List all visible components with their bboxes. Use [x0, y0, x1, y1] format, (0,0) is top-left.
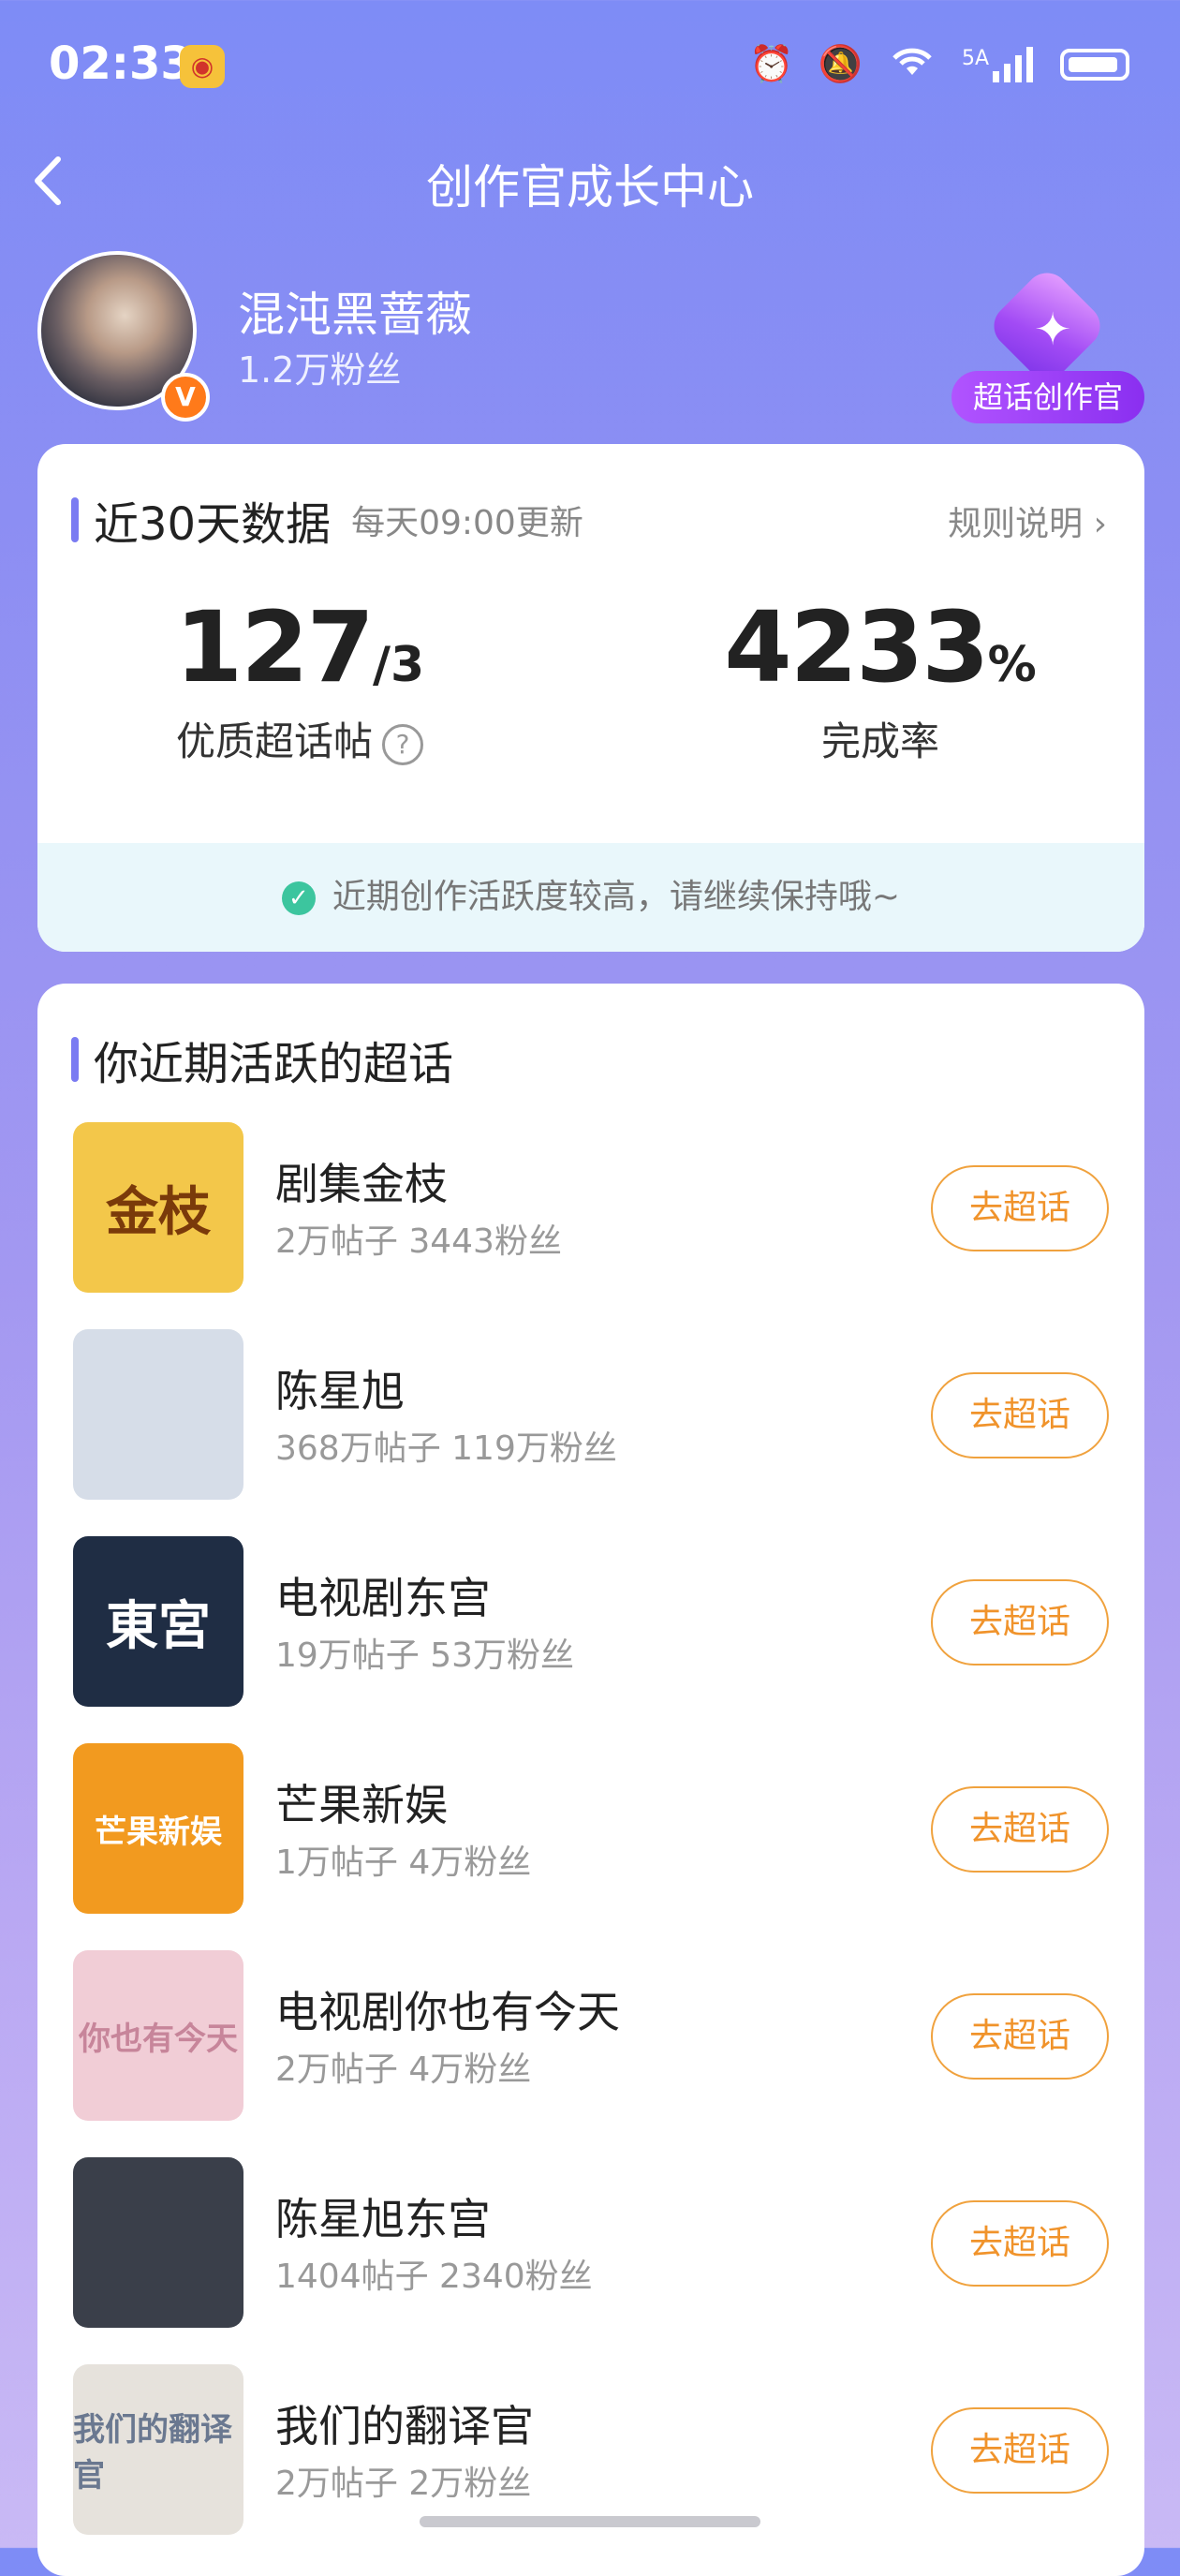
section-accent-bar [71, 1037, 79, 1082]
topic-meta: 2万帖子 4万粉丝 [275, 2050, 532, 2089]
list-item[interactable]: 陈星旭东宫 1404帖子 2340粉丝 去超话 [37, 2157, 1144, 2364]
quality-posts-label: 优质超话帖 [175, 718, 373, 764]
go-topic-button[interactable]: 去超话 [931, 1786, 1109, 1873]
topic-thumbnail[interactable]: 你也有今天 [73, 1950, 243, 2121]
topic-thumbnail-art: 芒果新娱 [73, 1743, 243, 1914]
topic-meta: 19万帖子 53万粉丝 [275, 1636, 575, 1675]
creator-badge[interactable]: ✦ 超话创作官 [951, 263, 1144, 437]
list-item[interactable]: 東宮 电视剧东宫 19万帖子 53万粉丝 去超话 [37, 1536, 1144, 1743]
signal-icon: 5A [961, 46, 1036, 82]
go-topic-button[interactable]: 去超话 [931, 2407, 1109, 2494]
topic-name: 剧集金枝 [275, 1159, 448, 1209]
topic-name: 电视剧东宫 [275, 1573, 491, 1623]
home-indicator[interactable] [420, 2516, 760, 2527]
status-bar: 02:33 ◉ ⏰ 🔕 5A [0, 0, 1180, 141]
topic-name: 我们的翻译官 [275, 2401, 534, 2451]
completion-rate-label: 完成率 [820, 718, 939, 764]
profile-name: 混沌黑蔷薇 [238, 288, 472, 342]
go-topic-button[interactable]: 去超话 [931, 1993, 1109, 2080]
activity-notice: ✓ 近期创作活跃度较高，请继续保持哦~ [37, 843, 1144, 952]
go-topic-button[interactable]: 去超话 [931, 1372, 1109, 1458]
list-item[interactable]: 陈星旭 368万帖子 119万粉丝 去超话 [37, 1329, 1144, 1536]
topic-thumbnail-art [73, 1329, 243, 1500]
topic-list: 金枝 剧集金枝 2万帖子 3443粉丝 去超话 陈星旭 368万帖子 119万粉丝 去超话東… [37, 1122, 1144, 2571]
topic-thumbnail-art: 你也有今天 [73, 1950, 243, 2121]
help-icon[interactable]: ? [382, 723, 423, 765]
stats-card: 近30天数据 每天09:00更新 规则说明 › 127/3 优质超话帖? 423… [37, 444, 1144, 952]
status-time: 02:33 [49, 37, 192, 90]
quality-posts-stat: 127/3 优质超话帖? [159, 590, 440, 767]
topic-thumbnail[interactable]: 芒果新娱 [73, 1743, 243, 1914]
section-accent-bar [71, 497, 79, 542]
topic-thumbnail-art: 東宮 [73, 1536, 243, 1707]
topics-title: 你近期活跃的超话 [94, 1038, 454, 1090]
topic-name: 陈星旭东宫 [275, 2194, 491, 2244]
active-topics-card: 你近期活跃的超话 金枝 剧集金枝 2万帖子 3443粉丝 去超话 陈星旭 368万帖子 1… [37, 984, 1144, 2576]
topic-meta: 2万帖子 2万粉丝 [275, 2465, 532, 2503]
verified-badge-icon: V [161, 373, 210, 422]
topic-thumbnail-art: 我们的翻译官 [73, 2364, 243, 2535]
list-item[interactable]: 我们的翻译官 我们的翻译官 2万帖子 2万粉丝 去超话 [37, 2364, 1144, 2571]
quality-posts-target: /3 [372, 637, 425, 693]
topic-meta: 1404帖子 2340粉丝 [275, 2258, 593, 2296]
network-type-label: 5A [961, 46, 989, 70]
go-topic-button[interactable]: 去超话 [931, 1579, 1109, 1666]
profile-header: V 混沌黑蔷薇 1.2万粉丝 ✦ 超话创作官 [0, 251, 1180, 429]
topic-thumbnail[interactable] [73, 1329, 243, 1500]
stats-title: 近30天数据 [94, 498, 332, 551]
topic-thumbnail[interactable] [73, 2157, 243, 2328]
completion-rate-stat: 4233% 完成率 [674, 590, 1086, 767]
activity-notice-text: 近期创作活跃度较高，请继续保持哦~ [332, 878, 901, 916]
star-icon: ✦ [1034, 303, 1072, 356]
completion-rate-unit: % [987, 637, 1037, 693]
status-icons: ⏰ 🔕 5A [749, 41, 1129, 87]
topic-name: 陈星旭 [275, 1366, 405, 1416]
list-item[interactable]: 芒果新娱 芒果新娱 1万帖子 4万粉丝 去超话 [37, 1743, 1144, 1950]
wifi-icon [887, 41, 937, 87]
stats-header: 近30天数据 每天09:00更新 [71, 487, 583, 553]
weibo-app-icon: ◉ [180, 45, 225, 88]
topic-meta: 1万帖子 4万粉丝 [275, 1843, 532, 1882]
topic-thumbnail[interactable]: 金枝 [73, 1122, 243, 1293]
profile-fans-count: 1.2万粉丝 [238, 349, 402, 391]
quality-posts-value: 127 [174, 590, 375, 704]
alarm-icon: ⏰ [749, 43, 794, 84]
rules-link[interactable]: 规则说明 › [948, 496, 1107, 545]
creator-badge-label: 超话创作官 [951, 371, 1144, 423]
topic-name: 芒果新娱 [275, 1780, 448, 1830]
topic-meta: 368万帖子 119万粉丝 [275, 1429, 617, 1468]
battery-icon [1060, 48, 1129, 81]
list-item[interactable]: 你也有今天 电视剧你也有今天 2万帖子 4万粉丝 去超话 [37, 1950, 1144, 2157]
topics-header: 你近期活跃的超话 [71, 1027, 453, 1092]
go-topic-button[interactable]: 去超话 [931, 2200, 1109, 2287]
list-item[interactable]: 金枝 剧集金枝 2万帖子 3443粉丝 去超话 [37, 1122, 1144, 1329]
topic-name: 电视剧你也有今天 [275, 1987, 620, 2037]
mute-bell-icon: 🔕 [818, 43, 863, 84]
go-topic-button[interactable]: 去超话 [931, 1165, 1109, 1251]
completion-rate-value: 4233 [724, 590, 989, 704]
top-nav: 创作官成长中心 [0, 141, 1180, 219]
topic-thumbnail-art: 金枝 [73, 1122, 243, 1293]
topic-thumbnail-art [73, 2157, 243, 2328]
topic-thumbnail[interactable]: 我们的翻译官 [73, 2364, 243, 2535]
page-title: 创作官成长中心 [426, 160, 754, 215]
topic-meta: 2万帖子 3443粉丝 [275, 1222, 562, 1261]
topic-thumbnail[interactable]: 東宮 [73, 1536, 243, 1707]
check-icon: ✓ [281, 881, 316, 915]
stats-update-note: 每天09:00更新 [351, 504, 583, 542]
